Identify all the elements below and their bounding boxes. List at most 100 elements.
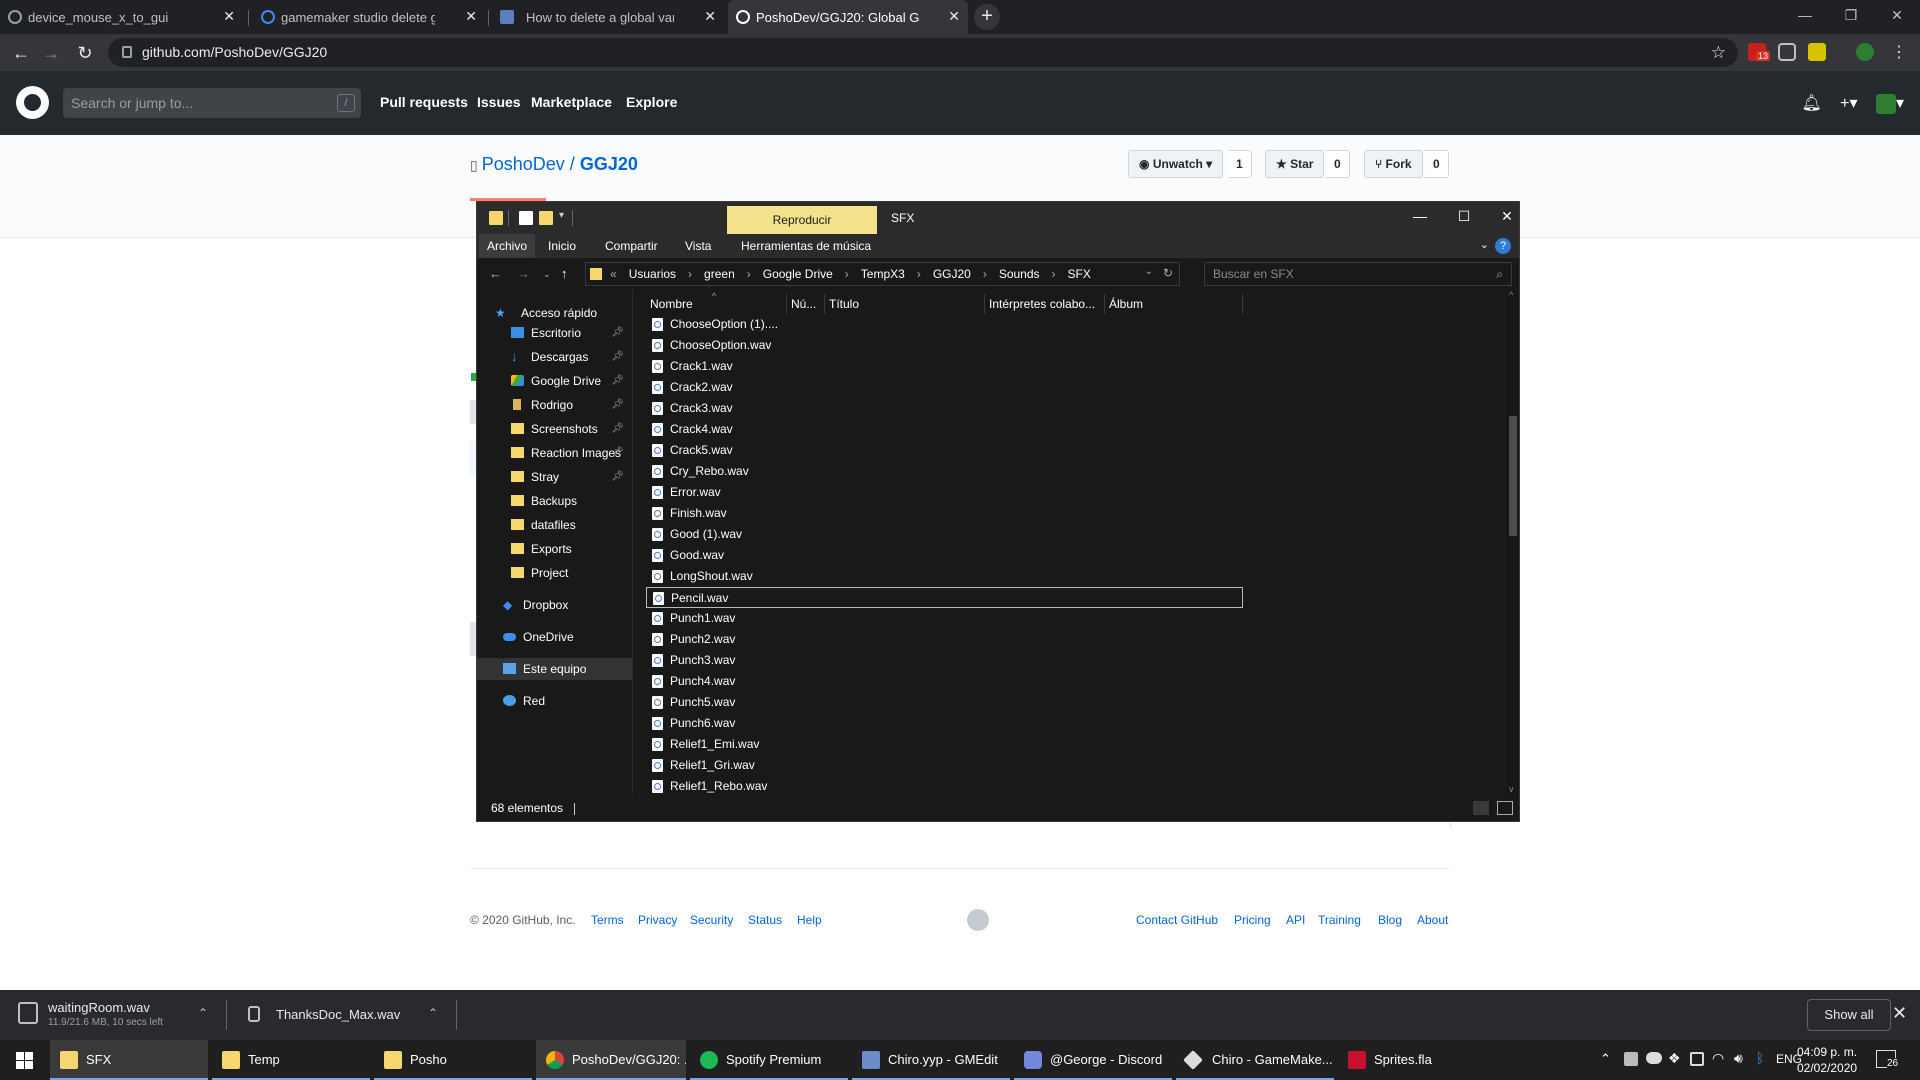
- nav-issues[interactable]: Issues: [477, 94, 521, 110]
- user-avatar[interactable]: [1875, 93, 1896, 114]
- file-row[interactable]: Finish.wav: [646, 503, 1243, 524]
- breadcrumb-item[interactable]: Sounds: [999, 267, 1040, 281]
- forward-arrow-icon[interactable]: →: [517, 266, 530, 281]
- github-logo-icon[interactable]: [967, 909, 989, 931]
- bluetooth-icon[interactable]: ᛒ: [1756, 1050, 1764, 1066]
- github-logo-icon[interactable]: [16, 86, 49, 119]
- file-row[interactable]: ChooseOption (1)....: [646, 314, 1243, 335]
- close-tab-icon[interactable]: ✕: [465, 8, 477, 25]
- minimize-window-icon[interactable]: —: [1782, 0, 1828, 30]
- column-header-titulo[interactable]: Título: [825, 294, 985, 314]
- dropbox-icon[interactable]: ❖: [1668, 1050, 1681, 1067]
- minimize-window-icon[interactable]: —: [1405, 208, 1435, 224]
- star-count[interactable]: 0: [1326, 150, 1350, 178]
- details-view-icon[interactable]: [1473, 801, 1489, 815]
- tray-app-icon[interactable]: [1690, 1052, 1704, 1066]
- taskbar-item-posho[interactable]: Posho: [374, 1040, 532, 1080]
- nav-item-project[interactable]: Project: [477, 562, 632, 584]
- file-list-scrollbar[interactable]: ^ v: [1507, 290, 1519, 794]
- show-all-downloads-button[interactable]: Show all: [1807, 999, 1891, 1031]
- footer-link[interactable]: Training: [1318, 913, 1361, 927]
- taskbar-item-sfx[interactable]: SFX: [50, 1040, 208, 1080]
- scroll-up-icon[interactable]: ^: [1509, 290, 1513, 300]
- nav-pull-requests[interactable]: Pull requests: [380, 94, 468, 110]
- customize-quick-access-icon[interactable]: ▾: [559, 210, 564, 221]
- properties-icon[interactable]: [519, 211, 533, 225]
- maximize-window-icon[interactable]: ☐: [1449, 208, 1479, 225]
- nav-item-descargas[interactable]: ↓ Descargas 📌︎: [477, 346, 632, 368]
- file-row[interactable]: Punch4.wav: [646, 671, 1243, 692]
- github-search-input[interactable]: Search or jump to... /: [63, 88, 361, 118]
- recent-locations-icon[interactable]: ⌄: [543, 269, 551, 280]
- file-row[interactable]: Crack5.wav: [646, 440, 1243, 461]
- watch-count[interactable]: 1: [1228, 150, 1252, 178]
- create-new-plus-icon[interactable]: +▾: [1840, 95, 1857, 112]
- nav-item-google-drive[interactable]: Google Drive 📌︎: [477, 370, 632, 392]
- wifi-icon[interactable]: ◠: [1712, 1050, 1724, 1067]
- footer-link[interactable]: Privacy: [638, 913, 677, 927]
- reload-icon[interactable]: ↻: [72, 40, 98, 66]
- nav-item-onedrive[interactable]: OneDrive: [477, 626, 632, 648]
- browser-tab-active[interactable]: PoshoDev/GGJ20: Global Game J ✕: [728, 0, 968, 34]
- close-tab-icon[interactable]: ✕: [223, 8, 235, 25]
- close-tab-icon[interactable]: ✕: [948, 8, 960, 25]
- column-header-nombre[interactable]: Nombre ^: [646, 291, 787, 314]
- download-item[interactable]: ThanksDoc_Max.wav ⌃: [248, 998, 448, 1032]
- profile-avatar[interactable]: [1856, 43, 1874, 61]
- show-hidden-icons-chevron-icon[interactable]: ⌃: [1600, 1051, 1611, 1067]
- file-row[interactable]: Relief1_Rebo.wav: [646, 776, 1243, 794]
- footer-link[interactable]: Pricing: [1234, 913, 1271, 927]
- ribbon-tab-archivo[interactable]: Archivo: [479, 234, 536, 258]
- chevron-down-icon[interactable]: ▾: [1896, 95, 1904, 112]
- bookmark-star-icon[interactable]: ☆: [1711, 38, 1726, 67]
- browser-tab[interactable]: How to delete a global variable? ✕: [492, 0, 724, 34]
- extension-icon[interactable]: [1808, 43, 1826, 61]
- nav-item-screenshots[interactable]: Screenshots 📌︎: [477, 418, 632, 440]
- forward-arrow-icon[interactable]: →: [38, 40, 64, 66]
- ribbon-tab-vista[interactable]: Vista: [685, 239, 711, 253]
- back-arrow-icon[interactable]: ←: [8, 40, 34, 66]
- fork-button[interactable]: ⑂ Fork: [1364, 150, 1423, 178]
- nav-marketplace[interactable]: Marketplace: [531, 94, 612, 110]
- footer-link[interactable]: Security: [690, 913, 733, 927]
- breadcrumb-item[interactable]: green: [704, 267, 735, 281]
- file-row[interactable]: ChooseOption.wav: [646, 335, 1243, 356]
- footer-link[interactable]: Blog: [1378, 913, 1402, 927]
- file-row[interactable]: Punch5.wav: [646, 692, 1243, 713]
- browser-tab[interactable]: device_mouse_x_to_gui ✕: [0, 0, 243, 34]
- breadcrumb-item[interactable]: TempX3: [861, 267, 905, 281]
- file-row[interactable]: Good (1).wav: [646, 524, 1243, 545]
- extension-mail-icon[interactable]: 13: [1748, 43, 1771, 61]
- file-row[interactable]: Relief1_Emi.wav: [646, 734, 1243, 755]
- unwatch-button[interactable]: ◉ Unwatch ▾: [1128, 150, 1224, 178]
- close-window-icon[interactable]: ✕: [1492, 208, 1522, 225]
- taskbar-item-flash[interactable]: Sprites.fla: [1338, 1040, 1496, 1080]
- up-arrow-icon[interactable]: ↑: [561, 266, 568, 281]
- scroll-down-icon[interactable]: v: [1509, 784, 1514, 794]
- tray-app-icon[interactable]: [1624, 1052, 1638, 1066]
- footer-link[interactable]: Status: [748, 913, 782, 927]
- browser-tab[interactable]: gamemaker studio delete global ✕: [253, 0, 485, 34]
- close-window-icon[interactable]: ✕: [1874, 0, 1920, 30]
- file-row[interactable]: Punch2.wav: [646, 629, 1243, 650]
- help-icon[interactable]: ?: [1495, 238, 1511, 254]
- close-tab-icon[interactable]: ✕: [704, 8, 716, 25]
- path-dropdown-icon[interactable]: ⌄: [1145, 266, 1153, 277]
- nav-item-datafiles[interactable]: datafiles: [477, 514, 632, 536]
- file-row[interactable]: Crack1.wav: [646, 356, 1243, 377]
- explorer-search-input[interactable]: Buscar en SFX ⌕: [1204, 262, 1512, 286]
- file-row[interactable]: LongShout.wav: [646, 566, 1243, 587]
- file-row[interactable]: Good.wav: [646, 545, 1243, 566]
- nav-item-red[interactable]: Red: [477, 690, 632, 712]
- new-folder-icon[interactable]: [539, 211, 553, 225]
- breadcrumb-item[interactable]: Usuarios: [629, 267, 676, 281]
- onedrive-icon[interactable]: [1646, 1052, 1662, 1064]
- footer-link[interactable]: Help: [797, 913, 822, 927]
- nav-item-rodrigo[interactable]: Rodrigo 📌︎: [477, 394, 632, 416]
- nav-explore[interactable]: Explore: [626, 94, 677, 110]
- footer-link[interactable]: Contact GitHub: [1136, 913, 1218, 927]
- address-bar[interactable]: github.com/PoshoDev/GGJ20 ☆: [108, 38, 1738, 67]
- repo-owner-link[interactable]: PoshoDev: [482, 154, 565, 174]
- taskbar-item-gamemaker[interactable]: Chiro - GameMake...: [1176, 1040, 1334, 1080]
- column-header-interpretes[interactable]: Intérpretes colabo...: [985, 294, 1105, 314]
